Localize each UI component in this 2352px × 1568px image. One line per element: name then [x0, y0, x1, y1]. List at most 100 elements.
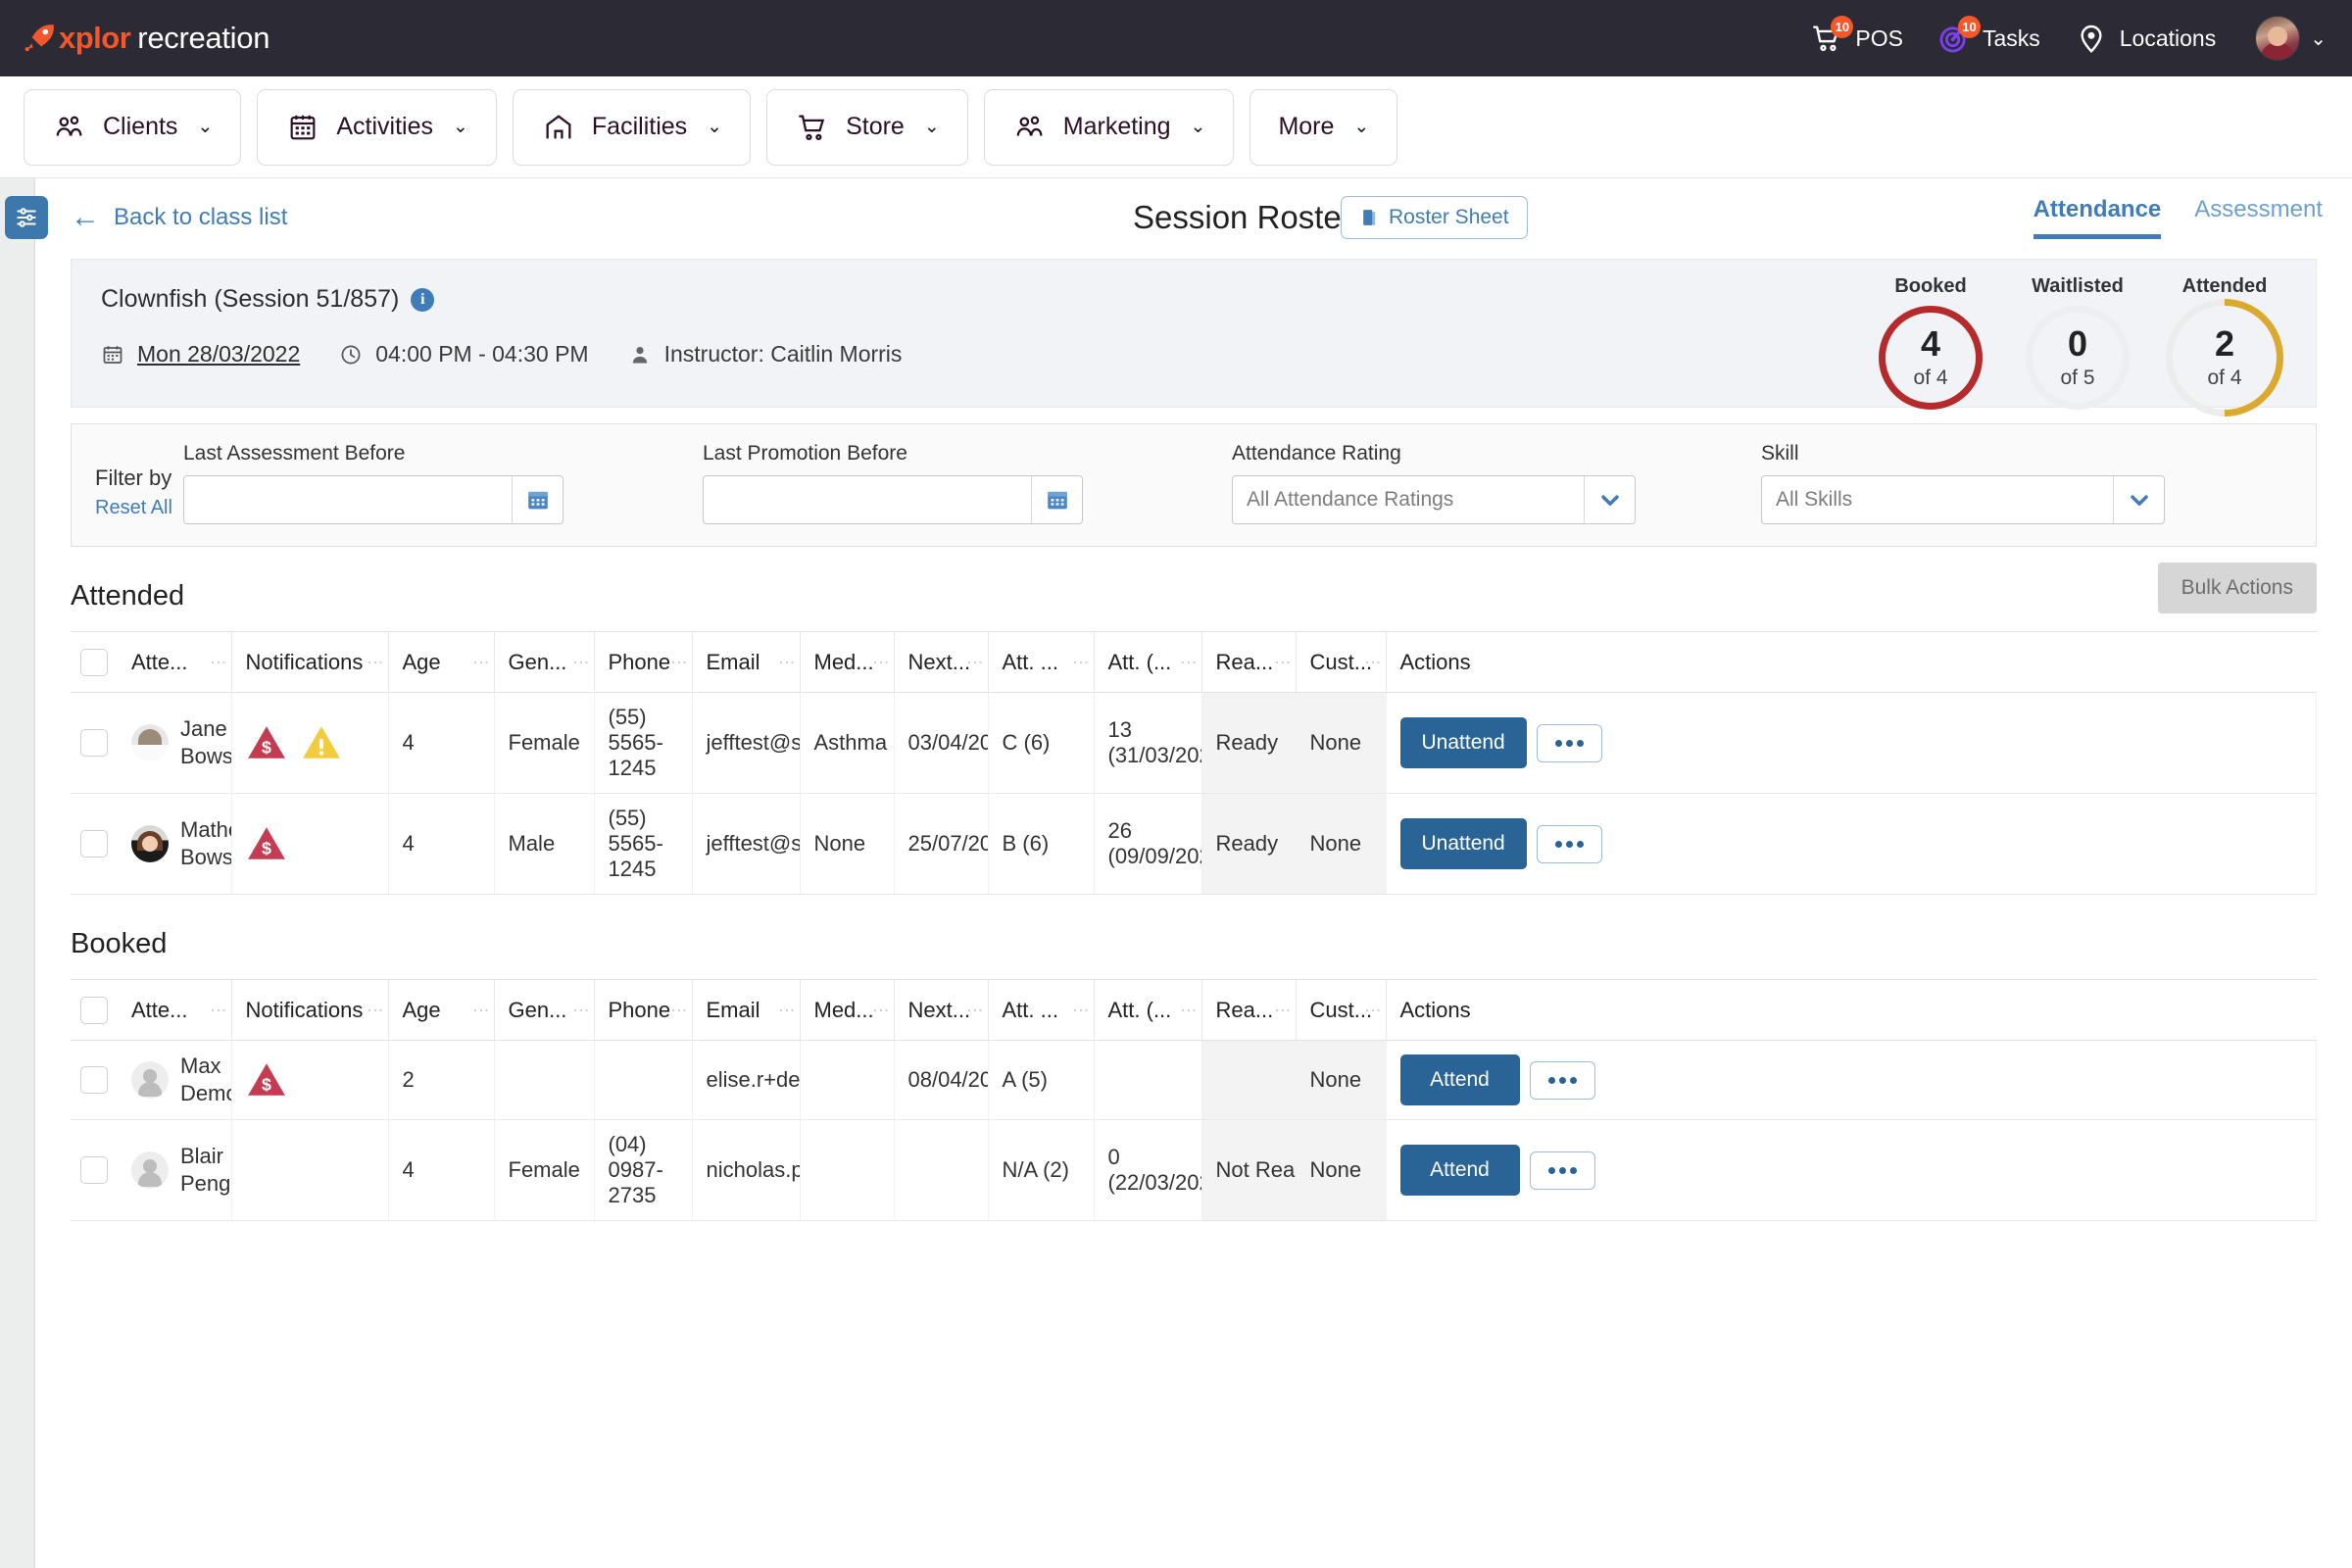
column-menu-icon[interactable]: ⋮	[472, 654, 491, 670]
bulk-actions-button[interactable]: Bulk Actions	[2157, 563, 2317, 613]
column-menu-icon[interactable]: ⋮	[472, 1002, 491, 1018]
col-email[interactable]: Email ⋮	[692, 631, 801, 693]
column-menu-icon[interactable]: ⋮	[1364, 654, 1383, 670]
tab-attendance[interactable]: Attendance	[2033, 196, 2161, 239]
brand-logo[interactable]: xplor recreation	[24, 21, 270, 56]
reset-all-link[interactable]: Reset All	[95, 497, 183, 519]
row-more-actions-button[interactable]	[1536, 824, 1602, 863]
column-menu-icon[interactable]: ⋮	[1274, 654, 1293, 670]
attendance-rating-select[interactable]: All Attendance Ratings	[1232, 475, 1636, 524]
table-row[interactable]: Mathew Bowse $ 4 Male	[71, 793, 2317, 895]
chevron-down-icon[interactable]	[1584, 476, 1635, 523]
row-more-actions-button[interactable]	[1529, 1151, 1595, 1190]
column-menu-icon[interactable]: ⋮	[670, 654, 689, 670]
warning-alert-icon[interactable]	[301, 724, 342, 761]
tab-assessment[interactable]: Assessment	[2194, 196, 2323, 239]
col-notifications[interactable]: Notifications ⋮	[231, 979, 389, 1041]
session-date[interactable]: Mon 28/03/2022	[101, 341, 300, 368]
column-menu-icon[interactable]: ⋮	[1180, 654, 1199, 670]
col-notifications[interactable]: Notifications ⋮	[231, 631, 389, 693]
chevron-down-icon[interactable]	[2113, 476, 2164, 523]
column-menu-icon[interactable]: ⋮	[1364, 1002, 1383, 1018]
column-menu-icon[interactable]: ⋮	[572, 654, 591, 670]
nav-more[interactable]: More ⌄	[1250, 88, 1398, 166]
col-email[interactable]: Email ⋮	[692, 979, 801, 1041]
table-row[interactable]: Jane Bowse $	[71, 692, 2317, 794]
col-age[interactable]: Age ⋮	[388, 979, 495, 1041]
column-menu-icon[interactable]: ⋮	[1274, 1002, 1293, 1018]
money-alert-icon[interactable]: $	[246, 1061, 287, 1099]
col-next[interactable]: Next... ⋮	[894, 631, 989, 693]
column-menu-icon[interactable]: ⋮	[572, 1002, 591, 1018]
column-menu-icon[interactable]: ⋮	[367, 1002, 385, 1018]
topnav-locations[interactable]: Locations	[2074, 21, 2216, 56]
column-menu-icon[interactable]: ⋮	[210, 1002, 228, 1018]
column-menu-icon[interactable]: ⋮	[778, 1002, 797, 1018]
nav-activities[interactable]: Activities ⌄	[257, 88, 497, 166]
last-promotion-date-input[interactable]	[704, 476, 1031, 523]
calendar-picker-button[interactable]	[1031, 476, 1082, 523]
column-menu-icon[interactable]: ⋮	[778, 654, 797, 670]
info-icon[interactable]: i	[411, 287, 435, 312]
col-att-count[interactable]: Att. (... ⋮	[1094, 979, 1202, 1041]
row-checkbox[interactable]	[80, 830, 108, 858]
column-menu-icon[interactable]: ⋮	[966, 654, 985, 670]
col-custom[interactable]: Cust... ⋮	[1296, 631, 1387, 693]
roster-sheet-button[interactable]: Roster Sheet	[1341, 196, 1528, 239]
topnav-pos[interactable]: 10 POS	[1809, 16, 1903, 56]
column-menu-icon[interactable]: ⋮	[1072, 1002, 1091, 1018]
col-attendee[interactable]: Atte... ⋮	[118, 631, 232, 693]
column-menu-icon[interactable]: ⋮	[1180, 1002, 1199, 1018]
column-menu-icon[interactable]: ⋮	[670, 1002, 689, 1018]
select-all-checkbox[interactable]	[80, 996, 108, 1024]
col-phone[interactable]: Phone ⋮	[594, 979, 693, 1041]
column-menu-icon[interactable]: ⋮	[872, 654, 891, 670]
column-menu-icon[interactable]: ⋮	[367, 654, 385, 670]
nav-facilities[interactable]: Facilities ⌄	[512, 88, 752, 166]
col-next[interactable]: Next... ⋮	[894, 979, 989, 1041]
topnav-tasks[interactable]: 10 Tasks	[1936, 16, 2040, 56]
unattend-button[interactable]: Unattend	[1399, 717, 1527, 768]
nav-store[interactable]: Store ⌄	[766, 88, 968, 166]
row-checkbox[interactable]	[80, 1066, 108, 1095]
col-ready[interactable]: Rea... ⋮	[1201, 979, 1297, 1041]
unattend-button[interactable]: Unattend	[1399, 818, 1527, 869]
select-all-checkbox[interactable]	[80, 648, 108, 676]
col-custom[interactable]: Cust... ⋮	[1296, 979, 1387, 1041]
col-age[interactable]: Age ⋮	[388, 631, 495, 693]
col-ready[interactable]: Rea... ⋮	[1201, 631, 1297, 693]
col-ready-label: Rea...	[1215, 649, 1274, 674]
attend-button[interactable]: Attend	[1399, 1145, 1520, 1197]
attend-button[interactable]: Attend	[1399, 1054, 1520, 1106]
nav-marketing[interactable]: Marketing ⌄	[983, 88, 1235, 166]
row-checkbox[interactable]	[80, 1156, 108, 1185]
back-to-class-list-link[interactable]: ← Back to class list	[71, 203, 287, 232]
col-att-rating[interactable]: Att. ... ⋮	[988, 631, 1095, 693]
column-menu-icon[interactable]: ⋮	[1072, 654, 1091, 670]
col-gender[interactable]: Gen... ⋮	[494, 631, 595, 693]
nav-clients[interactable]: Clients ⌄	[24, 88, 242, 166]
skill-select[interactable]: All Skills	[1761, 475, 2165, 524]
col-medical[interactable]: Med... ⋮	[800, 979, 895, 1041]
col-phone[interactable]: Phone ⋮	[594, 631, 693, 693]
row-more-actions-button[interactable]	[1529, 1060, 1595, 1100]
column-menu-icon[interactable]: ⋮	[872, 1002, 891, 1018]
column-menu-icon[interactable]: ⋮	[210, 654, 228, 670]
filter-panel-toggle[interactable]	[5, 196, 48, 239]
row-checkbox[interactable]	[80, 729, 108, 758]
col-next-label: Next...	[907, 997, 971, 1022]
last-assessment-date-input[interactable]	[184, 476, 512, 523]
table-row[interactable]: Max Demo $ 2	[71, 1040, 2317, 1121]
money-alert-icon[interactable]: $	[246, 825, 287, 862]
table-row[interactable]: Blair Pengly 4 Female (04) 0987-2735 nic…	[71, 1119, 2317, 1222]
money-alert-icon[interactable]: $	[246, 724, 287, 761]
col-attendee[interactable]: Atte... ⋮	[118, 979, 232, 1041]
column-menu-icon[interactable]: ⋮	[966, 1002, 985, 1018]
col-medical[interactable]: Med... ⋮	[800, 631, 895, 693]
col-gender[interactable]: Gen... ⋮	[494, 979, 595, 1041]
user-menu[interactable]: ⌄	[2255, 16, 2327, 61]
row-more-actions-button[interactable]	[1536, 723, 1602, 762]
col-att-count[interactable]: Att. (... ⋮	[1094, 631, 1202, 693]
calendar-picker-button[interactable]	[512, 476, 563, 523]
col-att-rating[interactable]: Att. ... ⋮	[988, 979, 1095, 1041]
